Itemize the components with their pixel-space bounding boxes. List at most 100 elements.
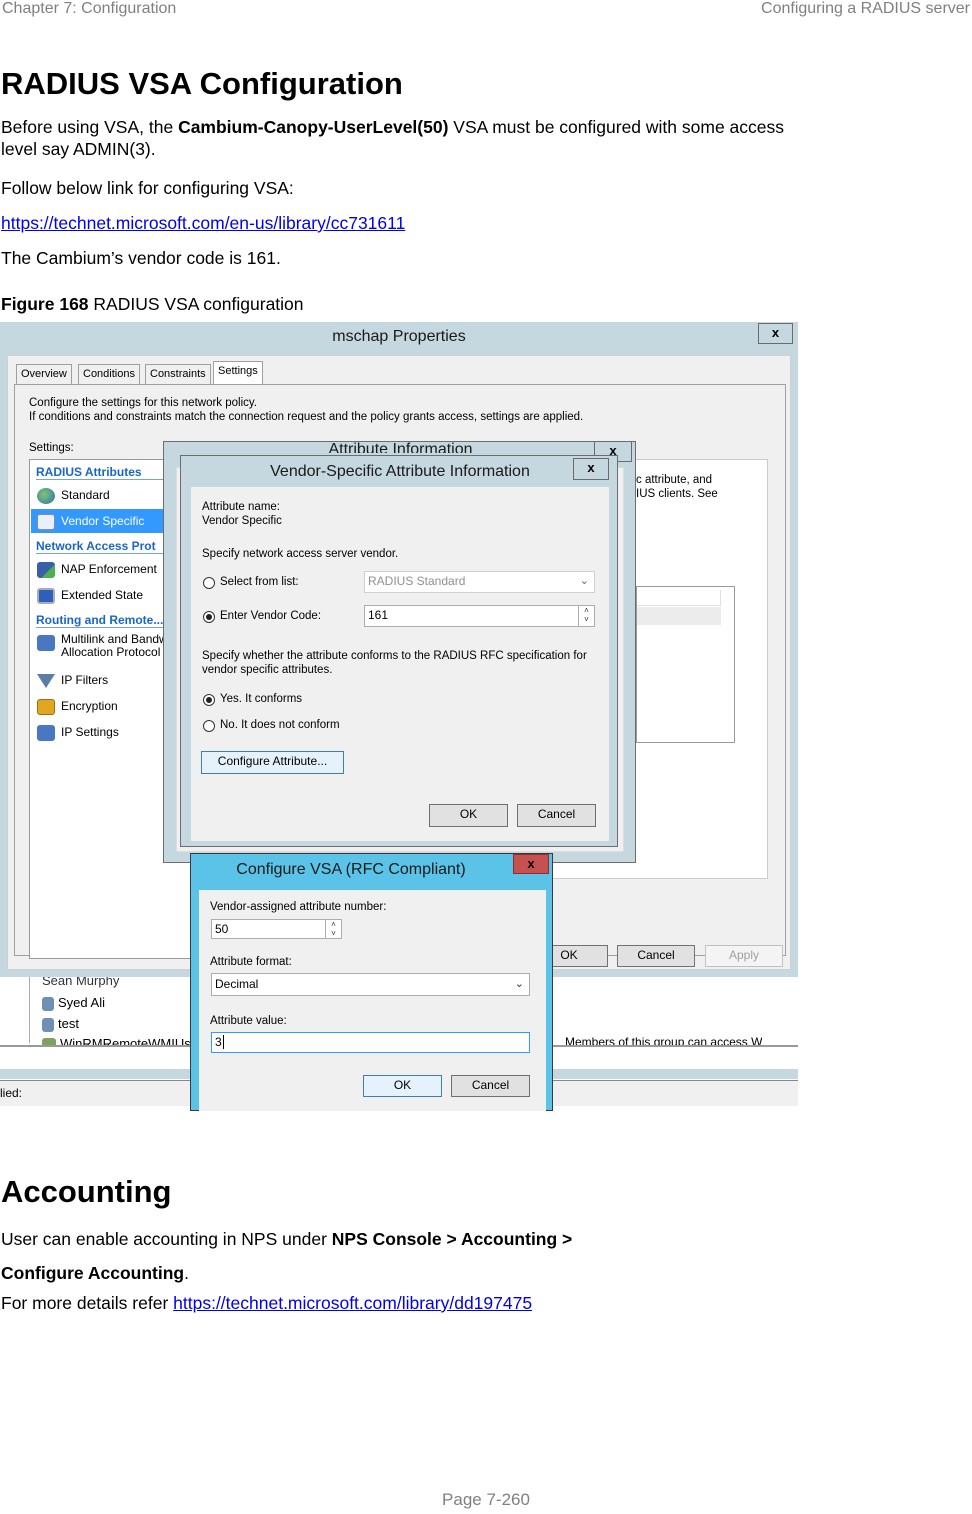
close-button[interactable]: x — [758, 323, 793, 344]
vendor-prompt: Specify network access server vendor. — [202, 548, 399, 560]
window-title: Vendor-Specific Attribute Information — [270, 463, 530, 480]
globe-key-icon — [37, 487, 55, 504]
attribute-name-bold: Cambium-Canopy-UserLevel(50) — [178, 117, 449, 137]
tab-conditions[interactable]: Conditions — [78, 364, 140, 384]
yes-conforms-label[interactable]: Yes. It conforms — [220, 693, 302, 705]
close-button[interactable]: x — [513, 854, 549, 874]
vendor-code-input[interactable]: 161 ˄ ˅ — [364, 605, 595, 627]
attribute-number-value: 50 — [215, 922, 229, 936]
configure-attribute-button[interactable]: Configure Attribute... — [201, 751, 344, 774]
user-icon — [42, 996, 54, 1011]
ok-button[interactable]: OK — [429, 804, 508, 827]
funnel-icon — [37, 673, 55, 688]
paragraph-text: . — [184, 1263, 189, 1283]
select-from-list-radio[interactable] — [203, 577, 215, 589]
attribute-number-label: Vendor-assigned attribute number: — [210, 901, 387, 913]
settings-label: Settings: — [29, 442, 74, 454]
description-text-line2: IUS clients. See — [636, 488, 718, 500]
paragraph-text: level say ADMIN(3). — [1, 139, 156, 159]
intro-text-line1: Configure the settings for this network … — [29, 397, 257, 409]
network-icon — [37, 635, 55, 651]
cancel-button[interactable]: Cancel — [617, 945, 695, 967]
figure-caption: Figure 168 RADIUS VSA configuration — [1, 293, 304, 315]
figure-caption-text: RADIUS VSA configuration — [88, 294, 304, 314]
user-icon — [42, 1017, 54, 1032]
paragraph-vendor-code: The Cambium’s vendor code is 161. — [1, 248, 281, 268]
conform-prompt-line1: Specify whether the attribute conforms t… — [202, 650, 587, 662]
window-title: Configure VSA (RFC Compliant) — [236, 861, 466, 878]
tab-constraints[interactable]: Constraints — [145, 364, 211, 384]
tab-overview[interactable]: Overview — [16, 364, 72, 384]
tree-item-label: Standard — [61, 488, 110, 502]
configure-vsa-window: Configure VSA (RFC Compliant) x Vendor-a… — [190, 853, 553, 1111]
window-title: Attribute Information — [328, 441, 473, 453]
user-item[interactable]: test — [42, 1016, 79, 1032]
tree-item-label: IP Settings — [61, 725, 119, 739]
checklist-icon — [37, 513, 55, 530]
select-from-list-label[interactable]: Select from list: — [220, 576, 299, 588]
chevron-down-icon: ⌄ — [514, 978, 524, 990]
section-title-accounting: Accounting — [1, 1174, 172, 1209]
vendor-code-value: 161 — [368, 608, 389, 622]
no-not-conform-radio[interactable] — [203, 720, 215, 732]
paragraph-text: VSA must be configured with some access — [448, 117, 784, 137]
tree-item-label: Vendor Specific — [61, 514, 145, 528]
menu-path-bold: NPS Console > Accounting > — [331, 1229, 573, 1249]
window-title: mschap Properties — [332, 328, 466, 345]
network-icon — [37, 724, 55, 741]
attribute-number-stepper[interactable]: ˄ ˅ — [325, 920, 341, 938]
paragraph-accounting: User can enable accounting in NPS under … — [1, 1222, 941, 1290]
tree-item-label: Extended State — [61, 588, 144, 602]
figure-label: Figure 168 — [1, 294, 89, 314]
vendor-select[interactable]: RADIUS Standard ⌄ — [364, 571, 595, 593]
attribute-number-input[interactable]: 50 ˄ ˅ — [211, 919, 342, 939]
vendor-select-value: RADIUS Standard — [368, 574, 466, 588]
attribute-format-value: Decimal — [215, 977, 259, 991]
enter-vendor-code-label[interactable]: Enter Vendor Code: — [220, 610, 321, 622]
chapter-header: Chapter 7: Configuration — [2, 0, 177, 17]
tab-settings[interactable]: Settings — [213, 361, 263, 385]
close-button[interactable]: x — [573, 458, 609, 480]
attributes-list[interactable] — [636, 586, 735, 743]
apply-button[interactable]: Apply — [705, 945, 783, 967]
technet-accounting-link[interactable]: https://technet.microsoft.com/library/dd… — [173, 1293, 532, 1313]
computer-shield-icon — [37, 561, 55, 578]
paragraph-text: User can enable accounting in NPS under — [1, 1229, 332, 1249]
attribute-value-text: 3 — [215, 1035, 222, 1049]
user-name: test — [58, 1016, 79, 1031]
vendor-code-stepper[interactable]: ˄ ˅ — [578, 606, 594, 626]
paragraph-text: Before using VSA, the — [1, 117, 179, 137]
tree-item-label: Encryption — [61, 699, 118, 713]
no-not-conform-label[interactable]: No. It does not conform — [220, 719, 340, 731]
screenshot-figure: Sean Murphy Syed Ali test WinRMRemoteWMI… — [0, 322, 798, 1111]
cancel-button[interactable]: Cancel — [517, 804, 596, 827]
tree-item-label: NAP Enforcement — [61, 562, 157, 576]
ok-button[interactable]: OK — [363, 1075, 442, 1097]
page-number: Page 7-260 — [442, 1490, 530, 1509]
conform-prompt-line2: vendor specific attributes. — [202, 664, 333, 676]
menu-path-bold: Configure Accounting — [1, 1263, 185, 1283]
attribute-name-value: Vendor Specific — [202, 515, 282, 527]
section-header: Configuring a RADIUS server — [761, 0, 970, 17]
intro-text-line2: If conditions and constraints match the … — [29, 411, 584, 423]
attribute-format-select[interactable]: Decimal ⌄ — [211, 973, 530, 996]
technet-vsa-link[interactable]: https://technet.microsoft.com/en-us/libr… — [1, 212, 405, 234]
chevron-down-icon: ⌄ — [579, 575, 589, 587]
padlock-icon — [37, 698, 55, 715]
attribute-value-label: Attribute value: — [210, 1015, 287, 1027]
attribute-format-label: Attribute format: — [210, 956, 292, 968]
yes-conforms-radio[interactable] — [203, 694, 215, 706]
tree-item-label: Multilink and Bandw — [61, 632, 168, 646]
status-text: lied: — [0, 1086, 23, 1100]
section-title-radius-vsa: RADIUS VSA Configuration — [1, 66, 403, 101]
attribute-value-input[interactable]: 3 — [211, 1032, 530, 1053]
description-text-line1: c attribute, and — [636, 474, 713, 486]
paragraph-vsa-intro: Before using VSA, the Cambium-Canopy-Use… — [1, 116, 941, 160]
paragraph-follow-link: Follow below link for configuring VSA: — [1, 178, 294, 198]
user-item[interactable]: Syed Ali — [42, 995, 105, 1011]
vendor-specific-attribute-window: Vendor-Specific Attribute Information x … — [180, 455, 618, 847]
paragraph-text: For more details refer — [1, 1293, 174, 1313]
enter-vendor-code-radio[interactable] — [203, 611, 215, 623]
cancel-button[interactable]: Cancel — [451, 1075, 530, 1097]
text-cursor — [222, 1035, 224, 1049]
